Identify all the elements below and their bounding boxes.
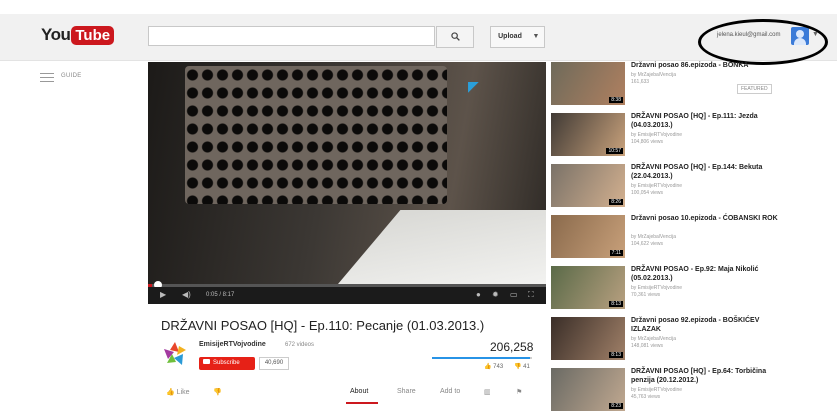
tab-about-underline [346,402,378,404]
tab-share[interactable]: Share [397,388,416,395]
theater-mode-icon[interactable]: ▭ [510,290,518,299]
channel-watermark-icon: ◤ [468,78,479,94]
subscribe-button[interactable]: Subscribe [199,357,255,370]
flag-icon[interactable]: ⚑ [516,388,522,396]
related-video-title[interactable]: Državni posao 92.epizoda - BOŠKIĆEV IZLA… [631,316,791,334]
related-video-item[interactable]: 8:23 DRŽAVNI POSAO [HQ] - Ep.64: Torbičin… [551,368,837,418]
guide-menu-icon[interactable] [40,73,54,85]
video-player[interactable]: ◤ ▶ ◀) 0:05 / 8:17 ● ✹ ▭ ⛶ [148,62,546,304]
channel-video-count: 672 videos [285,342,315,348]
search-icon [450,32,460,41]
like-button[interactable]: 👍 Like [166,388,190,396]
fullscreen-icon[interactable]: ⛶ [528,290,534,300]
related-video-views: 104,806 views [631,139,663,145]
related-video-uploader: by MrZajebalVencija [631,72,677,78]
related-video-thumbnail[interactable]: 8:38 [551,62,625,105]
related-video-item[interactable]: 8:13 Državni posao 92.epizoda - BOŠKIĆEV … [551,317,837,367]
related-video-title[interactable]: DRŽAVNI POSAO [HQ] - Ep.64: Torbičina pe… [631,367,791,385]
related-video-uploader: by EmisijeRTVojvodine [631,387,683,393]
related-video-views: 70,361 views [631,292,661,298]
related-video-uploader: by MrZajebalVencija [631,336,677,342]
tab-about[interactable]: About [350,388,368,395]
related-video-item[interactable]: 8:38 Državni posao 86.epizoda - BONKA by M… [551,62,837,112]
youtube-logo[interactable]: You Tube [41,24,115,46]
related-video-views: 104,622 views [631,241,663,247]
related-video-item[interactable]: 7:11 Državni posao 10.epizoda - ĆOBANSKI … [551,215,837,265]
related-video-thumbnail[interactable]: 8:13 [551,317,625,360]
channel-name[interactable]: EmisijeRTVojvodine [199,341,266,348]
subscriber-count: 40,690 [259,357,289,370]
related-video-uploader: by MrZajebalVencija [631,234,677,240]
settings-gear-icon[interactable]: ✹ [492,290,499,299]
featured-badge: FEATURED [737,84,772,94]
related-video-title[interactable]: DRŽAVNI POSAO [HQ] - Ep.111: Jezda (04.0… [631,112,791,130]
related-video-thumbnail[interactable]: 7:11 [551,215,625,258]
radio-speaker-grille [185,66,447,204]
related-video-title[interactable]: DRŽAVNI POSAO - Ep.92: Maja Nikolić (05.… [631,265,791,283]
video-duration: 8:26 [609,199,623,205]
related-video-thumbnail[interactable]: 8:23 [551,368,625,411]
dislike-count: 👎 41 [514,364,530,370]
stats-icon[interactable]: ▥ [484,388,491,396]
youtube-mini-icon [203,359,210,364]
video-duration: 8:13 [609,301,623,307]
upload-button[interactable]: Upload [490,26,530,48]
like-ratio-fill [432,357,530,359]
search-button[interactable] [436,26,474,48]
related-video-title[interactable]: DRŽAVNI POSAO [HQ] - Ep.144: Bekuta (22.… [631,163,791,181]
view-count: 206,258 [490,340,534,354]
related-video-item[interactable]: 8:13 DRŽAVNI POSAO - Ep.92: Maja Nikolić … [551,266,837,316]
related-video-item[interactable]: 8:26 DRŽAVNI POSAO [HQ] - Ep.144: Bekuta … [551,164,837,214]
related-video-title[interactable]: Državni posao 86.epizoda - BONKA [631,61,791,70]
dislike-button[interactable]: 👎 [213,388,222,396]
related-video-title[interactable]: Državni posao 10.epizoda - ĆOBANSKI ROK [631,214,791,223]
video-duration: 8:23 [609,403,623,409]
search-input[interactable] [148,26,435,46]
related-video-uploader: by EmisijeRTVojvodine [631,183,683,189]
video-duration: 8:13 [609,352,623,358]
video-title: DRŽAVNI POSAO [HQ] - Ep.110: Pecanje (01… [161,318,485,333]
related-video-item[interactable]: 10:57 DRŽAVNI POSAO [HQ] - Ep.111: Jezda … [551,113,837,163]
time-readout: 0:05 / 8:17 [206,292,235,298]
video-duration: 10:57 [606,148,623,154]
like-count: 👍 743 [484,364,504,370]
video-duration: 7:11 [609,250,623,256]
guide-label[interactable]: GUIDE [61,73,82,79]
related-video-views: 45,763 views [631,394,661,400]
channel-logo-icon[interactable] [162,340,189,367]
related-video-views: 148,081 views [631,343,663,349]
play-icon[interactable]: ▶ [160,290,166,299]
video-duration: 8:38 [609,97,623,103]
related-video-thumbnail[interactable]: 8:26 [551,164,625,207]
related-video-thumbnail[interactable]: 10:57 [551,113,625,156]
upload-dropdown-caret-icon[interactable]: ▼ [528,26,545,48]
related-video-views: 100,054 views [631,190,663,196]
related-video-thumbnail[interactable]: 8:13 [551,266,625,309]
related-video-views: 161,633 [631,79,650,85]
related-video-uploader: by EmisijeRTVojvodine [631,132,683,138]
annotation-circle [698,19,828,65]
volume-icon[interactable]: ◀) [182,290,191,299]
tab-add-to[interactable]: Add to [440,388,460,395]
watch-later-icon[interactable]: ● [476,290,481,299]
related-video-uploader: by EmisijeRTVojvodine [631,285,683,291]
